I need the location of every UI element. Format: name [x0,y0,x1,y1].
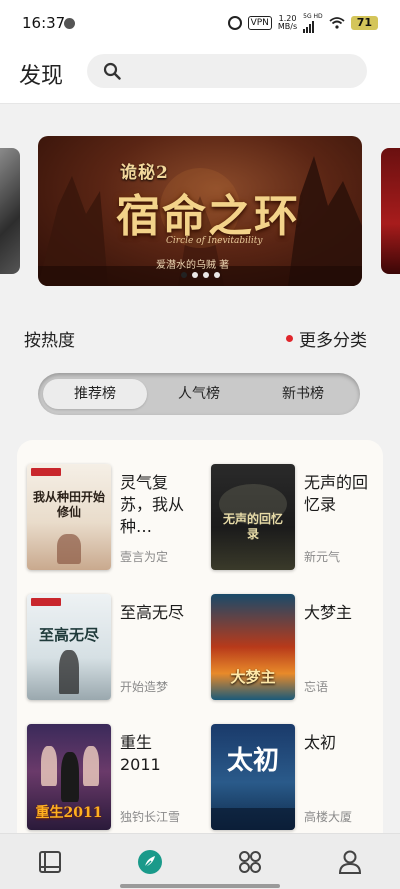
book-card[interactable]: 太初 太初 高楼大厦 [201,724,381,834]
carousel-dot [192,272,198,278]
banner-title: 宿命之环 [116,191,300,242]
book-cover: 我从种田开始修仙 [27,464,111,570]
book-title: 重生2011 [120,733,161,774]
book-cover-text: 重生2011 [35,805,103,821]
categories-icon[interactable] [236,848,264,876]
search-input[interactable] [87,54,367,88]
book-cover-text: 至高无尽 [38,626,99,644]
book-card[interactable]: 我从种田开始修仙 灵气复苏，我从种… 壹言为定 [17,464,197,574]
book-cover-text: 我从种田开始修仙 [33,490,106,519]
book-list: 我从种田开始修仙 灵气复苏，我从种… 壹言为定 无声的回忆录 无声的回忆录 新元… [17,440,383,840]
book-author: 开始造梦 [120,680,169,694]
carousel-dot [203,272,209,278]
tab-popular[interactable]: 人气榜 [147,379,251,409]
book-cover: 太初 [211,724,295,830]
book-author: 高楼大厦 [304,810,353,824]
book-cover: 无声的回忆录 [211,464,295,570]
banner-next-peek[interactable] [381,148,400,274]
book-card[interactable]: 大梦主 大梦主 忘语 [201,594,381,704]
book-author: 独钓长江雪 [120,810,181,824]
header: 发现 [0,46,400,104]
battery-icon: 71 [350,16,378,30]
bookshelf-icon[interactable] [36,848,64,876]
tab-new-books[interactable]: 新书榜 [251,379,355,409]
search-icon [103,62,121,80]
net-speed: 1.20 MB/s [278,15,297,31]
more-categories-link[interactable]: 更多分类 [286,326,367,351]
page-title: 发现 [19,64,64,89]
bottom-nav [0,833,400,889]
more-categories-label: 更多分类 [299,331,367,351]
network-type-label: 5G HD [303,13,323,20]
carousel-indicator [181,272,220,278]
book-cover-text: 无声的回忆录 [222,512,283,541]
discover-icon[interactable] [136,848,164,876]
status-icons: VPN 1.20 MB/s 5G HD 71 [227,13,378,33]
banner-card[interactable]: 诡秘2 宿命之环 Circle of Inevitability 爱潜水的乌贼 … [38,136,362,286]
message-notification-icon [64,18,75,29]
book-card[interactable]: 重生2011 重生2011 独钓长江雪 [17,724,197,834]
carousel-dot [214,272,220,278]
network-type: 5G HD [303,13,323,33]
carousel-dot [181,272,187,278]
book-cover: 重生2011 [27,724,111,830]
wifi-icon [329,17,345,29]
profile-icon[interactable] [336,848,364,876]
book-card[interactable]: 至高无尽 至高无尽 开始造梦 [17,594,197,704]
banner-carousel[interactable]: 诡秘2 宿命之环 Circle of Inevitability 爱潜水的乌贼 … [0,134,400,289]
book-author: 新元气 [304,550,341,564]
ranking-tabs: 推荐榜 人气榜 新书榜 [38,373,360,415]
status-time: 16:37 [22,14,66,32]
red-dot-icon [286,335,293,342]
home-indicator[interactable] [120,884,280,888]
banner-author: 爱潜水的乌贼 著 [156,260,230,271]
alarm-icon [227,16,242,30]
book-title: 至高无尽 [120,603,185,622]
book-title: 大梦主 [304,603,353,622]
book-cover: 至高无尽 [27,594,111,700]
book-cover-text: 大梦主 [230,668,276,686]
banner-prev-peek[interactable] [0,148,20,274]
vpn-badge: VPN [247,16,272,30]
status-bar: 16:37 VPN 1.20 MB/s 5G HD 71 [0,0,400,46]
book-title: 灵气复苏，我从种… [120,473,185,536]
tab-recommended[interactable]: 推荐榜 [43,379,147,409]
book-cover-text: 太初 [226,746,279,776]
book-card[interactable]: 无声的回忆录 无声的回忆录 新元气 [201,464,381,574]
banner-subtitle: Circle of Inevitability [166,236,263,246]
book-title: 太初 [304,733,337,752]
net-speed-unit: MB/s [277,22,298,31]
signal-icon [303,21,323,33]
section-title: 按热度 [24,331,75,351]
book-cover: 大梦主 [211,594,295,700]
book-title: 无声的回忆录 [304,473,369,514]
book-author: 壹言为定 [120,550,169,564]
book-author: 忘语 [304,680,329,694]
